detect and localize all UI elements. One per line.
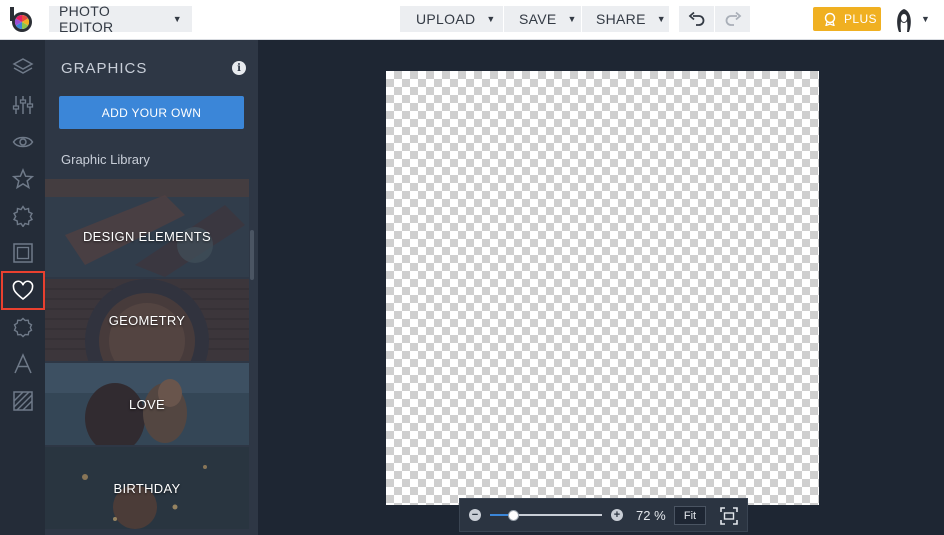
photo-editor-label: PHOTO EDITOR	[59, 3, 114, 35]
panel-scrollbar[interactable]	[250, 230, 254, 280]
chevron-down-icon: ▼	[172, 14, 182, 24]
plus-label: PLUS	[844, 12, 877, 26]
star-icon	[11, 168, 34, 190]
frame-icon	[12, 243, 33, 263]
library-tile-design-elements[interactable]: DESIGN ELEMENTS	[45, 179, 249, 277]
rail-item-text[interactable]	[0, 345, 45, 383]
heart-icon	[12, 279, 34, 300]
canvas-area	[258, 40, 944, 535]
zoom-value: 72 %	[636, 508, 666, 523]
rail-item-edit[interactable]	[0, 86, 45, 124]
library-tile-love[interactable]: LOVE	[45, 363, 249, 445]
befunky-logo-icon[interactable]	[8, 6, 36, 34]
rail-item-overlays[interactable]	[0, 308, 45, 346]
plus-upgrade-button[interactable]: PLUS	[813, 7, 881, 31]
tile-label: DESIGN ELEMENTS	[82, 228, 212, 244]
chevron-down-icon: ▼	[656, 14, 666, 24]
zoom-slider[interactable]	[490, 514, 602, 516]
panel-title: GRAPHICS	[61, 60, 148, 77]
chevron-down-icon: ▼	[486, 14, 496, 24]
library-tile-birthday[interactable]: BIRTHDAY	[45, 447, 249, 529]
upload-label: UPLOAD	[416, 11, 476, 27]
tile-label: GEOMETRY	[108, 312, 186, 328]
tile-label: BIRTHDAY	[113, 480, 181, 496]
text-icon	[13, 353, 32, 374]
zoom-slider-thumb[interactable]	[508, 510, 520, 521]
undo-button[interactable]	[679, 6, 714, 32]
sliders-icon	[12, 96, 33, 114]
rail-item-touch-up[interactable]	[0, 123, 45, 161]
avatar-icon[interactable]	[893, 6, 915, 34]
eye-icon	[12, 136, 33, 148]
rail-item-frames[interactable]	[0, 234, 45, 272]
redo-icon	[725, 11, 741, 26]
share-button[interactable]: SHARE ▼	[582, 6, 669, 32]
graphics-panel: GRAPHICS i ADD YOUR OWN Graphic Library …	[45, 40, 258, 535]
redo-button[interactable]	[715, 6, 750, 32]
chevron-down-icon[interactable]: ▼	[921, 14, 930, 24]
zoom-out-icon[interactable]: −	[469, 509, 481, 521]
graphic-library-label: Graphic Library	[61, 152, 150, 167]
graphic-library-list: DESIGN ELEMENTS GEOMETRY LOVE BIRTHDAY	[45, 179, 249, 535]
fit-button[interactable]: Fit	[674, 506, 706, 525]
tile-label: LOVE	[129, 396, 165, 412]
rail-item-layers[interactable]	[0, 48, 45, 86]
fullscreen-icon[interactable]	[720, 507, 738, 525]
upload-button[interactable]: UPLOAD ▼	[400, 6, 503, 32]
undo-icon	[688, 11, 704, 26]
texture-icon	[12, 391, 33, 411]
rail-item-artsy[interactable]	[0, 197, 45, 235]
plus-badge-icon	[824, 12, 836, 26]
tool-rail	[0, 40, 45, 535]
add-your-own-button[interactable]: ADD YOUR OWN	[59, 96, 244, 129]
info-icon[interactable]: i	[232, 61, 246, 75]
library-tile-geometry[interactable]: GEOMETRY	[45, 279, 249, 361]
rail-item-effects[interactable]	[0, 160, 45, 198]
rail-item-graphics[interactable]	[1, 271, 45, 310]
badge-icon	[12, 205, 33, 227]
save-label: SAVE	[519, 11, 557, 27]
photo-editor-menu-button[interactable]: PHOTO EDITOR ▼	[49, 3, 192, 35]
zoom-in-icon[interactable]: +	[611, 509, 623, 521]
layers-icon	[11, 58, 34, 74]
top-toolbar: PHOTO EDITOR ▼ UPLOAD ▼ SAVE ▼ SHARE ▼ P…	[0, 0, 944, 40]
share-label: SHARE	[596, 11, 646, 27]
rail-item-textures[interactable]	[0, 382, 45, 420]
gear-shape-icon	[13, 317, 32, 338]
chevron-down-icon: ▼	[567, 14, 577, 24]
transparent-canvas[interactable]	[386, 71, 819, 505]
zoom-bar: − + 72 % Fit	[459, 498, 748, 532]
save-button[interactable]: SAVE ▼	[504, 6, 581, 32]
